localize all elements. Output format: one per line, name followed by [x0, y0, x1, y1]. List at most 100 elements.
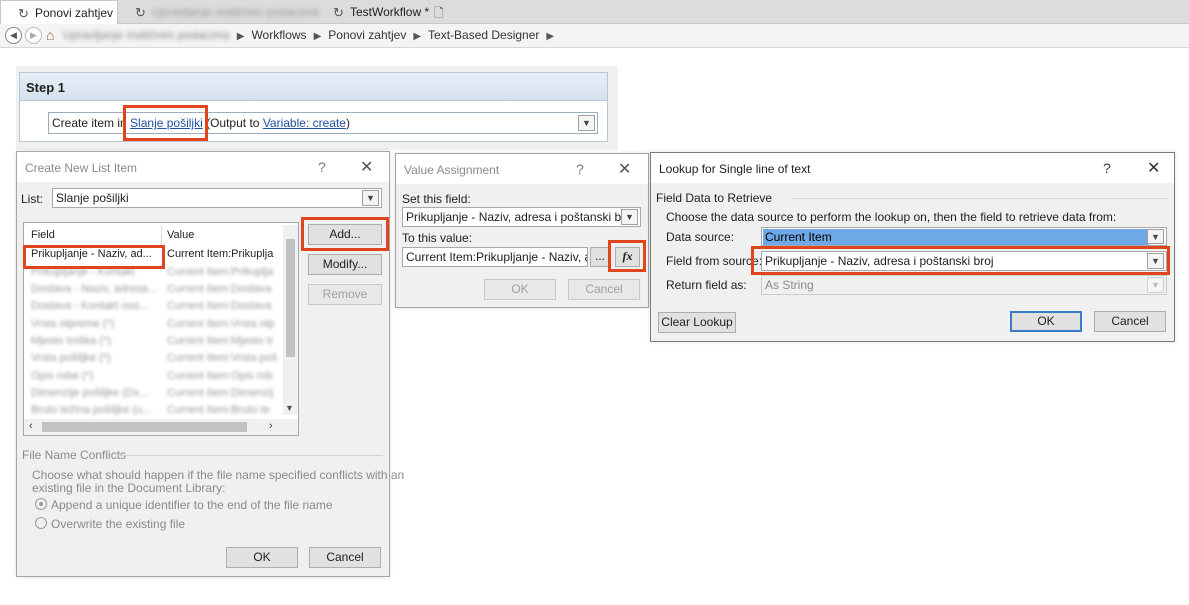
cancel-button[interactable]: Cancel	[568, 279, 640, 300]
row-value: Current Item:Vrsta otp	[167, 318, 275, 330]
output-prefix: (Output to	[206, 116, 260, 130]
conflicts-desc-2: existing file in the Document Library:	[32, 481, 226, 495]
scroll-thumb[interactable]	[286, 239, 295, 357]
row-value: Current Item:Dostava	[167, 283, 272, 295]
return-field-value: As String	[765, 278, 814, 292]
remove-button[interactable]: Remove	[308, 284, 382, 305]
radio-overwrite[interactable]	[35, 517, 47, 529]
highlight-list-link	[123, 105, 208, 141]
help-icon[interactable]: ?	[1103, 160, 1111, 176]
tab-label: Ponovi zahtjev	[35, 6, 114, 20]
breadcrumb: Upravljanje matičnim podacima ▶ Workflows ▶…	[63, 28, 555, 42]
conflicts-desc-1: Choose what should happen if the file na…	[32, 468, 405, 482]
col-field[interactable]: Field	[31, 229, 159, 241]
row-value: Current Item:Bruto te	[167, 404, 270, 416]
row-value: Current Item:Opis rob	[167, 370, 273, 382]
help-icon[interactable]: ?	[576, 161, 584, 177]
chevron-down-icon[interactable]: ▼	[362, 190, 379, 206]
breadcrumb-text-designer[interactable]: Text-Based Designer	[428, 28, 539, 42]
dialog-title: Lookup for Single line of text ? ✕	[651, 153, 1174, 183]
breadcrumb-bar: ◀ ▶ ⌂ Upravljanje matičnim podacima ▶ Work…	[0, 24, 1189, 48]
workflow-icon: ↻	[18, 6, 29, 21]
group-title: Field Data to Retrieve	[656, 191, 773, 205]
dialog-title: Create New List Item ? ✕	[17, 152, 389, 182]
to-value-label: To this value:	[402, 231, 473, 245]
row-value: Current Item:Mjesto tr	[167, 335, 274, 347]
row-field: Dimenzije pošiljke (Dx...	[31, 387, 149, 399]
dialog-title-text: Create New List Item	[25, 161, 138, 175]
close-paren: )	[345, 116, 350, 130]
horizontal-scrollbar[interactable]: ‹ ›	[24, 419, 298, 435]
instructions: Choose the data source to perform the lo…	[666, 210, 1117, 224]
row-field: Opis robe (*)	[31, 370, 94, 382]
scroll-right-icon[interactable]: ›	[269, 420, 273, 432]
to-value-input[interactable]: Current Item:Prikupljanje - Naziv, adre	[402, 247, 588, 267]
close-icon[interactable]: ✕	[618, 159, 631, 179]
row-value: Current Item:Prikuplja	[167, 248, 274, 260]
help-icon[interactable]: ?	[318, 159, 326, 175]
conflicts-title: File Name Conflicts	[22, 448, 127, 462]
row-field: Mjesto troška (*)	[31, 335, 112, 347]
highlight-add	[301, 217, 389, 251]
scroll-down-icon[interactable]: ▼	[285, 403, 294, 413]
highlight-field-source	[751, 246, 1170, 275]
row-value: Current Item:Vrsta poš	[167, 352, 278, 364]
option-unique-label: Append a unique identifier to the end of…	[51, 498, 333, 512]
tab-ponovi-zahtjev[interactable]: ↻ Ponovi zahtjev	[0, 0, 118, 25]
row-value: Current Item:Dimenzij	[167, 387, 274, 399]
variable-link[interactable]: Variable: create	[263, 116, 346, 130]
ok-button[interactable]: OK	[226, 547, 298, 568]
ok-button[interactable]: OK	[484, 279, 556, 300]
back-button[interactable]: ◀	[5, 27, 22, 44]
new-tab-button[interactable]: 🗋	[428, 0, 454, 24]
breadcrumb-root[interactable]: Upravljanje matičnim podacima	[63, 28, 230, 42]
forward-button[interactable]: ▶	[25, 27, 42, 44]
scroll-left-icon[interactable]: ‹	[29, 420, 33, 432]
highlight-fx	[608, 240, 646, 272]
tab-label: TestWorkflow *	[350, 5, 430, 19]
radio-unique[interactable]	[35, 498, 47, 510]
chevron-down-icon[interactable]: ▼	[1147, 229, 1164, 244]
group-divider	[793, 198, 1168, 199]
field-from-source-label: Field from source:	[666, 254, 763, 268]
chevron-down-icon[interactable]: ▼	[1147, 277, 1164, 293]
close-icon[interactable]: ✕	[360, 157, 373, 177]
return-field-label: Return field as:	[666, 278, 747, 292]
row-field: Vrsta otpreme (*)	[31, 318, 115, 330]
tab-testworkflow[interactable]: ↻ TestWorkflow *	[316, 0, 430, 24]
cancel-button[interactable]: Cancel	[309, 547, 381, 568]
chevron-down-icon[interactable]: ▼	[621, 209, 638, 225]
clear-lookup-button[interactable]: Clear Lookup	[658, 312, 736, 333]
row-field: Dostava - Naziv, adresa...	[31, 283, 157, 295]
data-source-value: Current Item	[763, 229, 1149, 245]
list-select[interactable]: Slanje pošiljki ▼	[52, 188, 382, 208]
step-title: Step 1	[20, 73, 607, 101]
set-field-label: Set this field:	[402, 192, 471, 206]
close-icon[interactable]: ✕	[1147, 158, 1160, 178]
return-field-select[interactable]: As String ▼	[761, 275, 1167, 295]
row-field: Vrsta pošiljke (*)	[31, 352, 111, 364]
dialog-title: Value Assignment ? ✕	[396, 154, 648, 184]
data-source-label: Data source:	[666, 230, 735, 244]
col-value[interactable]: Value	[167, 229, 285, 241]
browse-button[interactable]: ...	[590, 247, 610, 267]
row-value: Current Item:Dostava	[167, 300, 272, 312]
new-page-icon: 🗋	[434, 6, 444, 20]
breadcrumb-workflows[interactable]: Workflows	[251, 28, 306, 42]
tab-bar: ↻ Ponovi zahtjev ↻ Upravljanje matičnim …	[0, 0, 1189, 25]
list-select-value: Slanje pošiljki	[56, 191, 129, 205]
ok-button[interactable]: OK	[1010, 311, 1082, 332]
modify-button[interactable]: Modify...	[308, 254, 382, 275]
home-icon[interactable]: ⌂	[46, 27, 54, 43]
vertical-scrollbar[interactable]: ▼	[283, 225, 298, 415]
tab-upravljanje[interactable]: ↻ Upravljanje matičnim podacima	[118, 0, 319, 24]
action-prefix: Create item in	[52, 116, 127, 130]
list-label: List:	[21, 192, 44, 206]
workflow-icon: ↻	[135, 5, 146, 20]
cancel-button[interactable]: Cancel	[1094, 311, 1166, 332]
breadcrumb-ponovi-zahtjev[interactable]: Ponovi zahtjev	[328, 28, 406, 42]
h-scroll-thumb[interactable]	[42, 422, 247, 432]
data-source-select[interactable]: Current Item ▼	[761, 227, 1167, 246]
set-field-select[interactable]: Prikupljanje - Naziv, adresa i poštanski…	[402, 207, 641, 227]
chevron-down-icon[interactable]: ▼	[578, 115, 595, 131]
